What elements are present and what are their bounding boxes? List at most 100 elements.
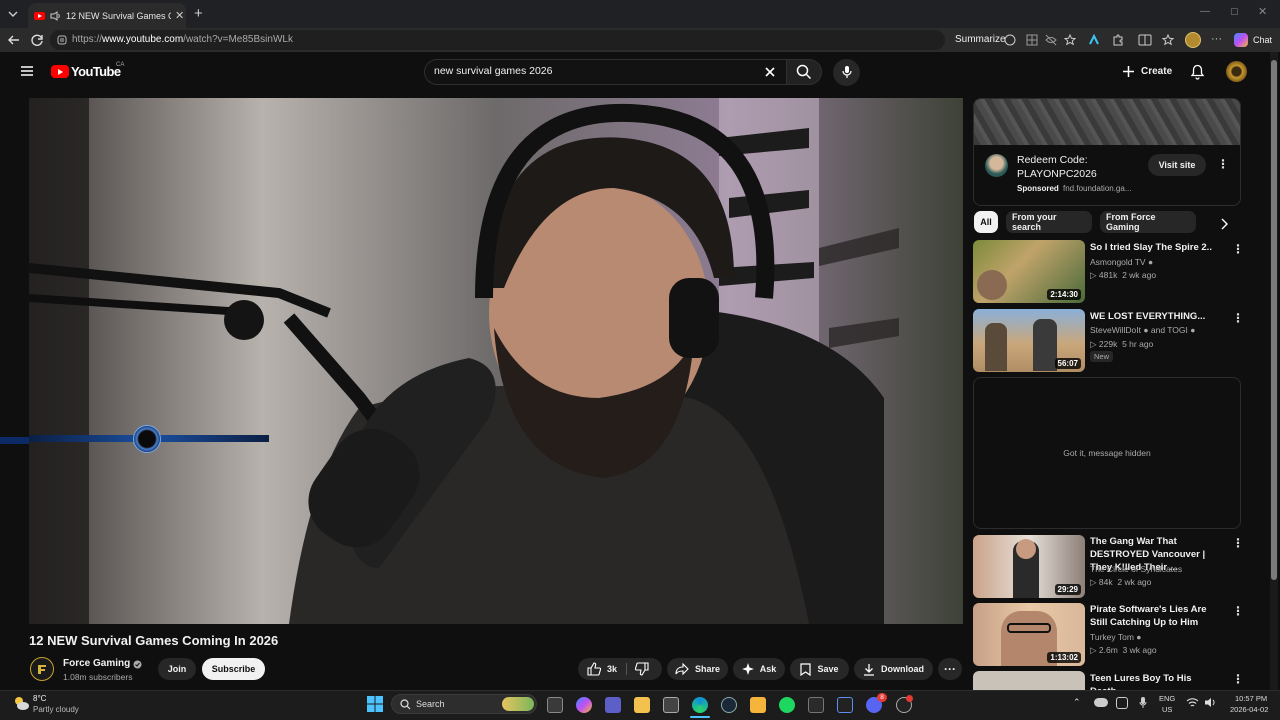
ad-domain: fnd.foundation.ga... (1063, 184, 1132, 193)
language-code[interactable]: ENG (1159, 694, 1175, 703)
notifications-bell-icon[interactable] (1190, 64, 1205, 80)
search-button[interactable] (786, 59, 822, 85)
subscribe-button[interactable]: Subscribe (202, 658, 265, 680)
youtube-logo[interactable]: YouTube (51, 64, 121, 79)
clock-date[interactable]: 2026-04-02 (1230, 705, 1268, 714)
minimize-icon[interactable]: — (1200, 6, 1210, 17)
rec-more-icon[interactable]: ⋮ (1232, 536, 1244, 550)
summarize-button[interactable]: Summarize (955, 34, 1006, 45)
chat-button[interactable]: Chat (1253, 35, 1272, 45)
rec-title[interactable]: So I tried Slay The Spire 2.. (1090, 241, 1220, 254)
rec-thumbnail[interactable]: 1:13:02 (973, 603, 1085, 666)
sparkle-icon (741, 663, 754, 675)
wifi-icon[interactable] (1186, 697, 1199, 708)
favorites-icon[interactable] (1162, 34, 1174, 46)
app-icon-blue[interactable] (837, 697, 853, 713)
dislike-button[interactable] (635, 662, 649, 676)
weather-description[interactable]: Partly cloudy (33, 705, 79, 714)
save-label: Save (817, 664, 839, 674)
download-button[interactable]: Download (854, 658, 933, 680)
back-icon[interactable] (7, 33, 21, 47)
split-screen-icon[interactable] (1138, 34, 1152, 46)
chip-all[interactable]: All (974, 211, 998, 233)
volume-icon[interactable] (1204, 697, 1217, 708)
like-button[interactable]: 3k (587, 662, 617, 676)
url-text: https://www.youtube.com/watch?v=Me85Bsin… (72, 34, 293, 45)
app-icon-yellow[interactable] (750, 697, 766, 713)
microsoft-store-icon[interactable] (663, 697, 679, 713)
site-info-icon[interactable] (57, 35, 67, 45)
apps-icon[interactable] (1026, 34, 1038, 46)
edge-active-indicator (690, 716, 710, 718)
settings-more-icon[interactable]: ··· (1211, 33, 1222, 45)
rec-channel: SteveWillDoIt ● and TOGI ● (1090, 325, 1196, 335)
extensions-puzzle-icon[interactable] (1112, 34, 1124, 46)
scrollbar-thumb[interactable] (1271, 60, 1277, 580)
spotify-icon[interactable] (779, 697, 795, 713)
temperature[interactable]: 8°C (33, 694, 46, 703)
join-button[interactable]: Join (158, 658, 196, 680)
rec-more-icon[interactable]: ⋮ (1232, 311, 1244, 325)
account-avatar[interactable] (1226, 61, 1247, 82)
more-actions-icon[interactable]: ··· (938, 658, 962, 680)
file-explorer-icon[interactable] (634, 697, 650, 713)
window-close-icon[interactable]: ✕ (1258, 5, 1267, 18)
channel-avatar[interactable] (30, 657, 54, 681)
rec-thumbnail[interactable] (973, 671, 1085, 690)
refresh-icon[interactable] (30, 33, 44, 47)
rec-thumbnail[interactable]: 2:14:30 (973, 240, 1085, 303)
visit-site-button[interactable]: Visit site (1148, 154, 1206, 176)
chips-next-icon[interactable] (1219, 218, 1229, 230)
save-button[interactable]: Save (790, 658, 849, 680)
app-icon-gray[interactable] (808, 697, 824, 713)
browser-tab-active[interactable]: 12 NEW Survival Games Coming... ✕ (28, 3, 186, 28)
rec-title[interactable]: Pirate Software's Lies Are Still Catchin… (1090, 603, 1220, 629)
chip-from-your-search[interactable]: From your search (1006, 211, 1092, 233)
clear-search-icon[interactable] (764, 66, 776, 78)
copilot-taskbar-icon[interactable] (576, 697, 592, 713)
rec-more-icon[interactable]: ⋮ (1232, 672, 1244, 686)
ask-button[interactable]: Ask (733, 658, 785, 680)
thumbs-up-icon (587, 662, 601, 676)
taskbar-search-box[interactable]: Search (391, 694, 537, 714)
tray-mic-icon[interactable] (1139, 696, 1147, 709)
duration-badge: 2:14:30 (1047, 289, 1081, 300)
video-player[interactable] (29, 98, 963, 624)
rec-channel: Asmongold TV ● (1090, 257, 1154, 267)
windows-start-icon[interactable] (367, 696, 383, 712)
tracking-prevention-icon[interactable] (1045, 34, 1057, 46)
speaker-icon[interactable] (50, 10, 61, 21)
favorite-star-icon[interactable] (1064, 34, 1076, 46)
copilot-icon[interactable] (1234, 33, 1248, 47)
channel-name[interactable]: Force Gaming (63, 658, 130, 669)
create-button[interactable]: Create (1122, 65, 1172, 78)
extension-icon[interactable] (1088, 34, 1100, 46)
task-view-icon[interactable] (547, 697, 563, 713)
onedrive-cloud-icon[interactable] (1094, 698, 1108, 707)
rec-channel: Turkey Tom ● (1090, 632, 1142, 642)
taskbar-search-icon (400, 699, 411, 710)
steam-icon[interactable] (721, 697, 737, 713)
youtube-logo-text: YouTube (71, 64, 121, 79)
new-tab-icon[interactable]: + (194, 5, 203, 22)
tray-overflow-icon[interactable]: ⌃ (1073, 697, 1081, 708)
keyboard-layout[interactable]: US (1162, 705, 1172, 714)
voice-search-button[interactable] (833, 59, 860, 86)
rec-thumbnail[interactable]: 29:29 (973, 535, 1085, 598)
clock-time[interactable]: 10:57 PM (1235, 694, 1267, 703)
maximize-icon[interactable]: ▢ (1230, 6, 1239, 17)
tab-close-icon[interactable]: ✕ (175, 9, 184, 22)
rec-more-icon[interactable]: ⋮ (1232, 604, 1244, 618)
profile-avatar[interactable] (1185, 32, 1201, 48)
tab-list-icon[interactable] (6, 8, 20, 20)
ad-more-icon[interactable]: ⋮ (1217, 157, 1229, 171)
menu-icon[interactable] (20, 65, 34, 77)
rec-title[interactable]: WE LOST EVERYTHING... (1090, 310, 1220, 323)
teams-icon[interactable] (605, 697, 621, 713)
rec-more-icon[interactable]: ⋮ (1232, 242, 1244, 256)
edge-browser-icon[interactable] (692, 697, 708, 713)
rec-thumbnail[interactable]: 56:07 (973, 309, 1085, 372)
tray-app-icon[interactable] (1116, 697, 1128, 709)
share-button[interactable]: Share (667, 658, 728, 680)
chip-from-force-gaming[interactable]: From Force Gaming (1100, 211, 1196, 233)
